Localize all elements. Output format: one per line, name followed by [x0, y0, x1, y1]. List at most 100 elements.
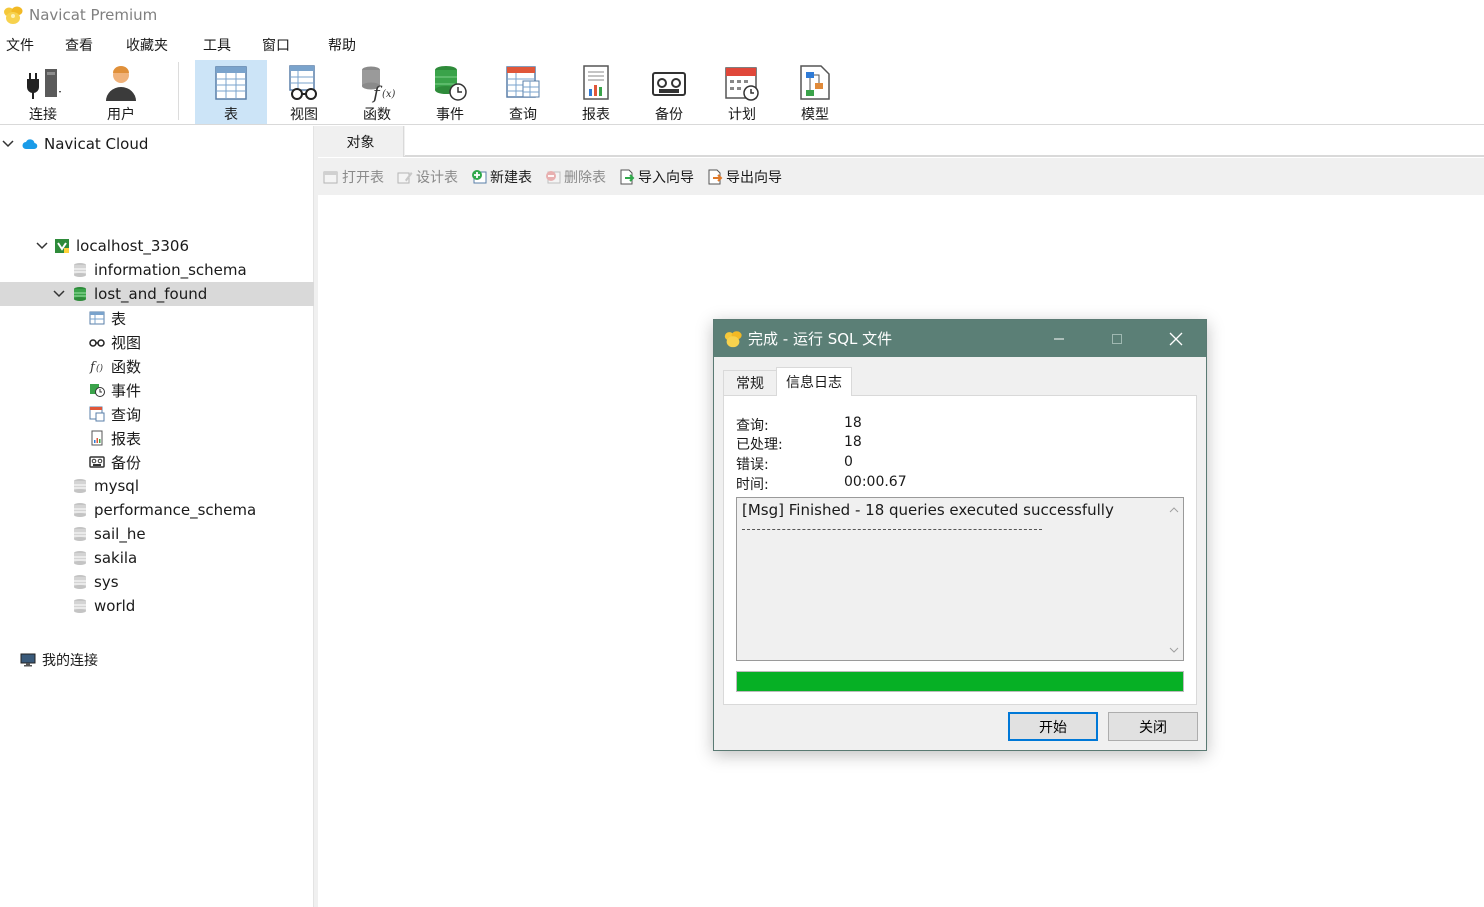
- tab-general[interactable]: 常规: [723, 370, 777, 395]
- delete-table-button[interactable]: 删除表: [545, 167, 606, 187]
- tab-objects-label: 对象: [346, 134, 375, 151]
- stat-label: 时间:: [736, 477, 769, 493]
- dialog-titlebar[interactable]: 完成 - 运行 SQL 文件: [714, 320, 1206, 357]
- new-table-button[interactable]: 新建表: [471, 167, 532, 187]
- import-icon: [620, 169, 635, 185]
- model-button[interactable]: 模型: [779, 60, 851, 124]
- query-label: 查询: [509, 107, 537, 123]
- import-wizard-button[interactable]: 导入向导: [619, 167, 694, 187]
- function-label: 函数: [363, 107, 391, 123]
- tab-message-log[interactable]: 信息日志: [776, 367, 852, 396]
- tree-db-performance-schema[interactable]: performance_schema: [0, 498, 314, 522]
- cloud-icon: [22, 139, 38, 150]
- tree-backups[interactable]: 备份: [0, 450, 314, 474]
- tree-db-information-schema[interactable]: information_schema: [0, 258, 314, 282]
- connection-label: localhost_3306: [76, 237, 190, 255]
- design-table-icon: [397, 172, 413, 184]
- add-table-icon: [472, 170, 487, 184]
- stat-errors: 错误: 0: [736, 454, 853, 474]
- view-button[interactable]: 视图: [268, 60, 340, 124]
- my-connections-label: 我的连接: [42, 653, 98, 669]
- menu-file[interactable]: 文件: [6, 35, 34, 55]
- function-button[interactable]: f (x) 函数: [341, 60, 413, 124]
- menu-tools[interactable]: 工具: [203, 35, 231, 55]
- report-button[interactable]: 报表: [560, 60, 632, 124]
- report-label: 报表: [582, 107, 610, 123]
- tab-objects[interactable]: 对象: [318, 126, 404, 157]
- close-button[interactable]: 关闭: [1108, 712, 1198, 741]
- backup-button[interactable]: 备份: [633, 60, 705, 124]
- progress-bar: [736, 671, 1184, 692]
- tree-db-world[interactable]: world: [0, 594, 314, 618]
- minimize-button[interactable]: [1036, 320, 1082, 357]
- design-table-button[interactable]: 设计表: [397, 167, 458, 187]
- query-button[interactable]: 查询: [487, 60, 559, 124]
- tree-connection[interactable]: localhost_3306: [0, 234, 314, 258]
- query-icon: [89, 406, 105, 422]
- chevron-down-icon[interactable]: [2, 138, 14, 150]
- schedule-button[interactable]: 计划: [706, 60, 778, 124]
- tab-message-log-label: 信息日志: [786, 375, 842, 391]
- tree-db-mysql[interactable]: mysql: [0, 474, 314, 498]
- chevron-down-icon[interactable]: [36, 240, 48, 252]
- report-icon: [583, 65, 609, 100]
- backup-icon: [652, 72, 686, 96]
- db-label: information_schema: [94, 261, 247, 279]
- database-icon: [74, 263, 86, 277]
- close-icon: [1169, 332, 1183, 345]
- tree-events[interactable]: 事件: [0, 378, 314, 402]
- window-titlebar: Navicat Premium: [0, 0, 1484, 30]
- tree-db-sail-he[interactable]: sail_he: [0, 522, 314, 546]
- user-button[interactable]: 用户: [85, 60, 157, 124]
- run-sql-dialog: 完成 - 运行 SQL 文件 常规 信息日志 查询: 18 已处理: 18 错误…: [713, 319, 1207, 751]
- open-table-button[interactable]: 打开表: [323, 167, 384, 187]
- menu-view[interactable]: 查看: [65, 35, 93, 55]
- close-window-button[interactable]: [1153, 320, 1199, 357]
- tree-db-sys[interactable]: sys: [0, 570, 314, 594]
- menu-favorites[interactable]: 收藏夹: [126, 35, 168, 55]
- menu-window[interactable]: 窗口: [262, 35, 290, 55]
- log-message: [Msg] Finished - 18 queries executed suc…: [742, 501, 1114, 519]
- tree-reports[interactable]: 报表: [0, 426, 314, 450]
- scroll-down-icon[interactable]: [1169, 646, 1179, 654]
- tree-cloud[interactable]: Navicat Cloud: [0, 132, 314, 156]
- tree-functions[interactable]: f() 函数: [0, 354, 314, 378]
- tree-db-sakila[interactable]: sakila: [0, 546, 314, 570]
- tables-label: 表: [111, 309, 127, 328]
- cloud-label: Navicat Cloud: [44, 135, 149, 153]
- scroll-up-icon[interactable]: [1169, 506, 1179, 514]
- main-tabstrip: 对象: [318, 126, 1484, 157]
- database-icon: [74, 575, 86, 589]
- queries-label: 查询: [111, 405, 142, 424]
- maximize-icon: [1112, 333, 1122, 344]
- dialog-title: 完成 - 运行 SQL 文件: [748, 330, 893, 348]
- db-label: world: [94, 597, 136, 615]
- chevron-down-icon[interactable]: [53, 288, 65, 300]
- function-icon: f(): [89, 360, 104, 374]
- monitor-icon: [20, 653, 36, 667]
- start-button[interactable]: 开始: [1008, 712, 1098, 741]
- svg-text:(): (): [96, 363, 104, 374]
- event-button[interactable]: 事件: [414, 60, 486, 124]
- log-textarea[interactable]: [Msg] Finished - 18 queries executed suc…: [736, 497, 1184, 661]
- table-button[interactable]: 表: [195, 60, 267, 124]
- export-wizard-button[interactable]: 导出向导: [707, 167, 782, 187]
- report-icon: [91, 430, 103, 446]
- stat-value: 00:00.67: [844, 474, 907, 490]
- design-table-label: 设计表: [416, 170, 458, 186]
- connect-button[interactable]: 连接: [7, 60, 79, 124]
- view-label: 视图: [290, 107, 318, 123]
- export-wizard-label: 导出向导: [726, 170, 782, 186]
- tree-my-connections[interactable]: 我的连接: [0, 648, 314, 672]
- stat-time: 时间: 00:00.67: [736, 474, 907, 494]
- events-label: 事件: [111, 381, 142, 400]
- tree-views[interactable]: 视图: [0, 330, 314, 354]
- database-icon: [74, 503, 86, 517]
- menu-help[interactable]: 帮助: [328, 35, 356, 55]
- tab-general-label: 常规: [736, 376, 764, 392]
- open-table-label: 打开表: [342, 170, 384, 186]
- tree-tables[interactable]: 表: [0, 306, 314, 330]
- db-label: mysql: [94, 477, 139, 495]
- tree-db-lost-and-found[interactable]: lost_and_found: [0, 282, 314, 306]
- tree-queries[interactable]: 查询: [0, 402, 314, 426]
